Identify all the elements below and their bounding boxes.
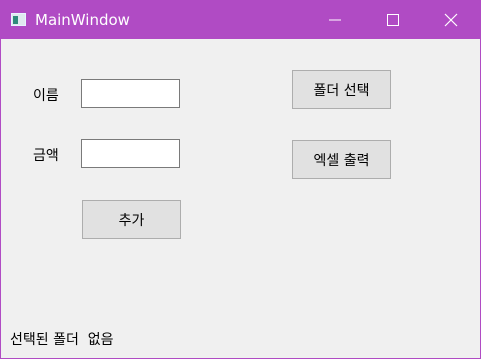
select-folder-button[interactable]: 폴더 선택	[292, 70, 391, 109]
close-icon	[444, 13, 458, 27]
minimize-icon	[329, 19, 341, 21]
main-window: MainWindow 이름 금액 추가 폴더 선택 엑셀 출력 선택된 폴더 없…	[0, 0, 481, 359]
close-button[interactable]	[422, 1, 480, 39]
export-excel-button[interactable]: 엑셀 출력	[292, 140, 391, 179]
app-icon	[11, 13, 26, 26]
selected-folder-status: 선택된 폴더 없음	[10, 332, 114, 348]
maximize-icon	[387, 14, 399, 26]
amount-label: 금액	[33, 148, 59, 164]
title-bar[interactable]: MainWindow	[1, 1, 480, 39]
maximize-button[interactable]	[364, 1, 422, 39]
name-input[interactable]	[81, 79, 180, 108]
name-label: 이름	[33, 88, 59, 104]
window-title: MainWindow	[35, 11, 130, 29]
amount-input[interactable]	[81, 139, 180, 168]
add-button[interactable]: 추가	[82, 200, 181, 239]
minimize-button[interactable]	[306, 1, 364, 39]
